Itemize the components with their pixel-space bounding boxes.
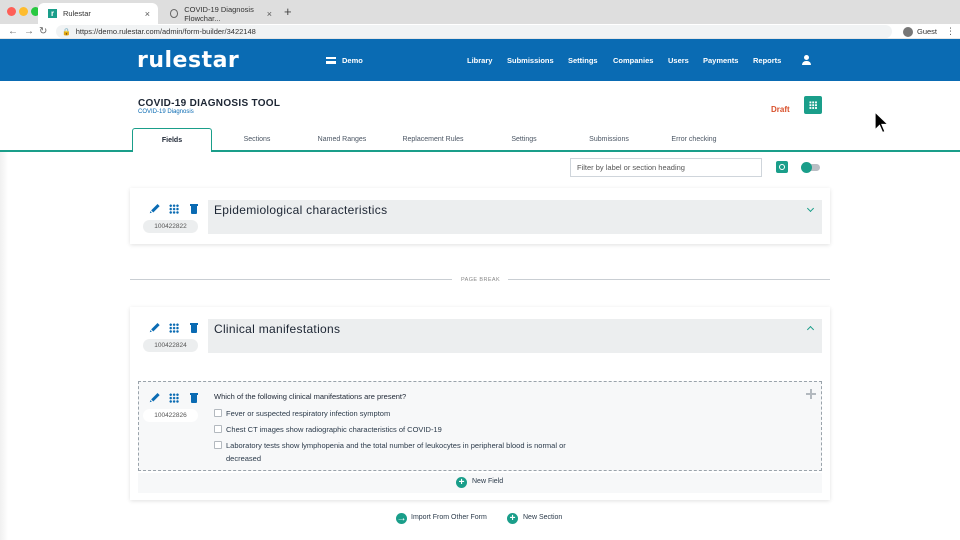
forward-arrow-icon[interactable]: → (24, 25, 34, 38)
page-break-line (130, 279, 452, 280)
globe-icon (170, 9, 179, 18)
checkbox-option[interactable]: Fever or suspected respiratory infection… (214, 407, 574, 420)
database-icon (326, 57, 336, 64)
page-shadow (0, 152, 8, 540)
drag-grid-icon[interactable] (169, 323, 179, 333)
page-break-line (508, 279, 830, 280)
plus-icon[interactable]: + (456, 477, 467, 488)
tab-named-ranges[interactable]: Named Ranges (302, 130, 382, 150)
view-toggle[interactable] (801, 162, 820, 173)
url-field[interactable]: 🔒 https://demo.rulestar.com/admin/form-b… (56, 25, 892, 38)
close-tab-icon[interactable]: × (267, 9, 272, 19)
user-icon[interactable] (801, 55, 811, 65)
locate-icon[interactable] (776, 161, 788, 173)
rulestar-logo[interactable]: rulestar (137, 48, 239, 73)
nav-reports[interactable]: Reports (753, 56, 781, 65)
drag-grid-icon[interactable] (169, 393, 179, 403)
section-id-badge: 100422822 (143, 220, 198, 233)
checkbox-option[interactable]: Chest CT images show radiographic charac… (214, 423, 574, 436)
checkbox[interactable] (214, 441, 222, 449)
reload-icon[interactable]: ↻ (39, 25, 47, 38)
close-window-button[interactable] (7, 7, 16, 16)
tab-settings[interactable]: Settings (484, 130, 564, 150)
status-badge: Draft (771, 105, 790, 114)
browser-tab-rulestar[interactable]: r Rulestar × (38, 3, 158, 24)
form-subtitle-link[interactable]: COVID-19 Diagnosis (138, 109, 194, 115)
nav-library[interactable]: Library (467, 56, 492, 65)
apps-grid-button[interactable] (804, 96, 822, 114)
tab-replacement-rules[interactable]: Replacement Rules (393, 130, 473, 150)
nav-users[interactable]: Users (668, 56, 689, 65)
nav-payments[interactable]: Payments (703, 56, 738, 65)
checkbox[interactable] (214, 425, 222, 433)
option-label: Chest CT images show radiographic charac… (226, 425, 442, 434)
tab-sections[interactable]: Sections (217, 130, 297, 150)
move-icon[interactable] (806, 389, 816, 399)
new-tab-button[interactable]: + (284, 5, 292, 19)
lock-icon: 🔒 (62, 28, 71, 36)
nav-companies[interactable]: Companies (613, 56, 653, 65)
tab-fields[interactable]: Fields (132, 128, 212, 152)
plus-icon[interactable]: + (507, 513, 518, 524)
browser-menu-icon[interactable]: ⋮ (946, 25, 955, 38)
form-title: COVID-19 DIAGNOSIS TOOL (138, 98, 281, 109)
new-section-button[interactable]: New Section (523, 514, 562, 521)
close-tab-icon[interactable]: × (145, 9, 150, 19)
avatar-icon (903, 26, 913, 37)
checkbox-option[interactable]: Laboratory tests show lymphopenia and th… (214, 439, 579, 465)
section-id-badge: 100422824 (143, 339, 198, 352)
browser-tab-flowchart[interactable]: COVID-19 Diagnosis Flowchar... × (160, 3, 280, 24)
section-title: Epidemiological characteristics (214, 203, 388, 217)
drag-grid-icon[interactable] (169, 204, 179, 214)
import-icon[interactable]: → (396, 513, 407, 524)
address-bar-row: ← → ↻ 🔒 https://demo.rulestar.com/admin/… (0, 24, 960, 39)
delete-trash-icon[interactable] (189, 393, 199, 403)
url-text: https://demo.rulestar.com/admin/form-bui… (75, 27, 256, 36)
mouse-cursor-icon (874, 111, 890, 134)
tab-title: COVID-19 Diagnosis Flowchar... (184, 4, 254, 23)
page-break-label: PAGE BREAK (461, 277, 501, 283)
nav-settings[interactable]: Settings (568, 56, 598, 65)
grid-icon (809, 101, 817, 109)
section-title: Clinical manifestations (214, 322, 341, 336)
back-arrow-icon[interactable]: ← (8, 25, 18, 38)
new-field-button[interactable]: New Field (472, 478, 503, 485)
tab-submissions[interactable]: Submissions (569, 130, 649, 150)
checkbox[interactable] (214, 409, 222, 417)
profile-label: Guest (917, 27, 938, 36)
tab-error-checking[interactable]: Error checking (654, 130, 734, 150)
workspace-switcher[interactable]: Demo (326, 56, 363, 65)
delete-trash-icon[interactable] (189, 204, 199, 214)
app-header: rulestar Demo Library Submissions Settin… (0, 39, 960, 81)
import-form-button[interactable]: Import From Other Form (411, 514, 487, 521)
option-label: Fever or suspected respiratory infection… (226, 409, 391, 418)
field-question: Which of the following clinical manifest… (214, 392, 407, 401)
rulestar-favicon-icon: r (48, 9, 57, 18)
filter-input[interactable]: Filter by label or section heading (570, 158, 762, 177)
browser-tab-bar: r Rulestar × COVID-19 Diagnosis Flowchar… (0, 0, 960, 24)
profile-button[interactable]: Guest (903, 25, 937, 38)
option-label: Laboratory tests show lymphopenia and th… (226, 441, 566, 463)
field-id-badge: 100422826 (143, 409, 198, 422)
nav-submissions[interactable]: Submissions (507, 56, 554, 65)
minimize-window-button[interactable] (19, 7, 28, 16)
tab-title: Rulestar (63, 9, 91, 18)
workspace-label: Demo (342, 56, 363, 65)
delete-trash-icon[interactable] (189, 323, 199, 333)
